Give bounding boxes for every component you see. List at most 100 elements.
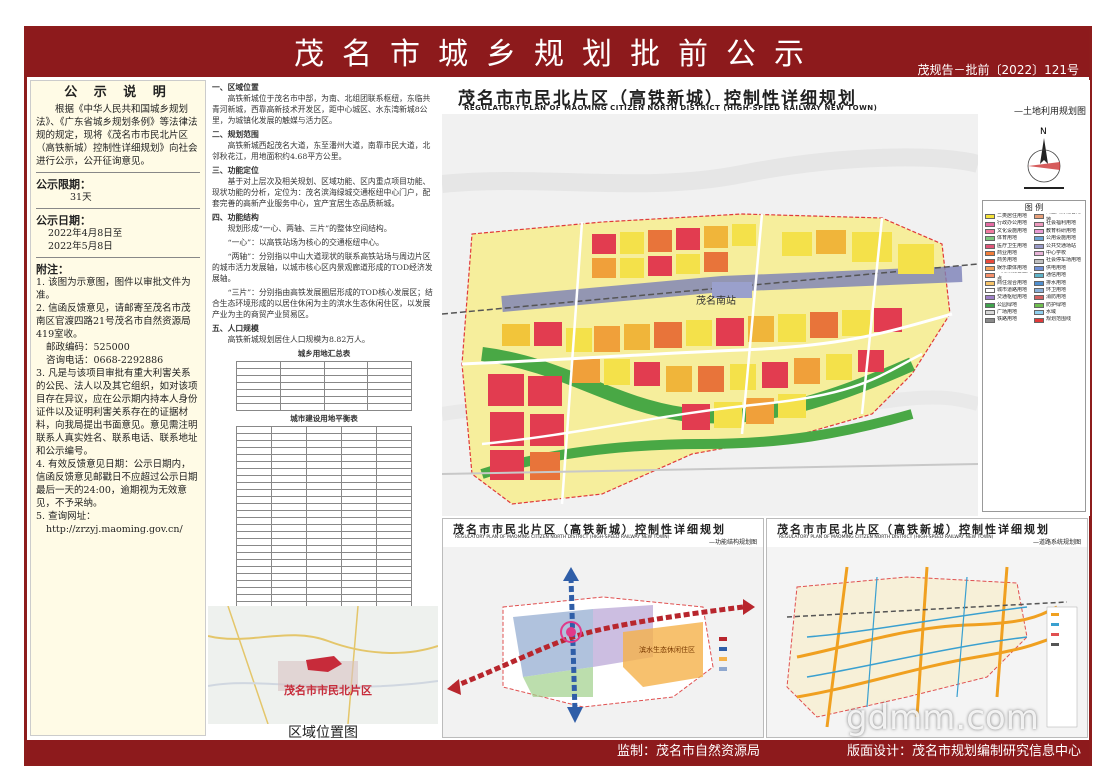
map-legend: 图 例 二类居住用地 商业商务混合用地行政办公用地 社会福利用地文化设施用地 教育科研… xyxy=(982,200,1086,512)
legend-swatch xyxy=(1034,280,1044,286)
legend-item: 商业用地 xyxy=(985,250,1034,257)
legend-swatch xyxy=(1034,221,1044,227)
legend-item: 广场用地 xyxy=(985,309,1034,316)
legend-swatch xyxy=(1034,258,1044,264)
footer: 监制：茂名市自然资源局 版面设计：茂名市规划编制研究信息中心 xyxy=(27,740,1089,764)
legend-title: 图 例 xyxy=(1024,203,1044,212)
legend-swatch xyxy=(1034,228,1044,234)
legend-item: 城市道路用地 xyxy=(985,287,1034,294)
legend-swatch xyxy=(1034,288,1044,294)
supervisor-text: 监制：茂名市自然资源局 xyxy=(617,744,761,759)
note-item: 1. 该图为示意图，图件以审批文件为准。 xyxy=(36,277,191,301)
notice-intro: 根据《中华人民共和国城乡规划法》、《广东省城乡规划条例》等法律法规的规定，现将《… xyxy=(36,104,198,167)
legend-label: 文化设施用地 xyxy=(997,227,1028,234)
legend-item: 商业商务混合用地 xyxy=(1034,213,1083,220)
land-summary-table xyxy=(236,361,412,411)
page: 茂名市城乡规划批前公示 茂规告－批前〔2022〕121号 公 示 说 明 根据《… xyxy=(0,0,1101,772)
legend-label: 铁路用地 xyxy=(997,316,1018,323)
legend-label: 规划范围线 xyxy=(1046,316,1072,323)
section-text: 高铁新城规划居住人口规模为8.82万人。 xyxy=(227,335,370,344)
section-heading: 四、功能结构 xyxy=(212,213,259,222)
legend-item: 防护绿地 xyxy=(1034,302,1083,309)
legend-swatch xyxy=(985,317,995,323)
section-text: 规划形成“一心、两轴、三片”的整体空间结构。 xyxy=(227,224,392,233)
legend-swatch xyxy=(1034,214,1044,220)
legend-label: 防护绿地 xyxy=(1046,301,1067,308)
legend-item: 公用设施用地 xyxy=(1034,235,1083,242)
legend-swatch xyxy=(1034,295,1044,301)
sub-map-zone-label: 滨水生态休闲住区 xyxy=(639,645,695,654)
section-text: 高铁新城西起茂名大道，东至潘州大道，南靠市民大道，北邻秋花江，用地面积约4.68… xyxy=(212,141,431,161)
legend-label: 社会福利用地 xyxy=(1046,220,1077,227)
note-item: 2. 信函反馈意见，请邮寄至茂名市茂南区官渡四路21号茂名市自然资源局419室收… xyxy=(36,303,191,340)
watermark: gdmm.com xyxy=(846,698,1039,738)
legend-label: 通信用地 xyxy=(1046,272,1067,279)
date-label: 公示日期： xyxy=(36,214,91,227)
legend-item: 供电用地 xyxy=(1034,265,1083,272)
note-item: 5. 查询网址： xyxy=(36,511,96,522)
designer-text: 版面设计：茂名市规划编制研究信息中心 xyxy=(847,744,1082,759)
legend-swatch xyxy=(1034,317,1044,323)
query-url-link[interactable]: http://zrzyj.maoming.gov.cn/ xyxy=(36,523,200,536)
legend-swatch xyxy=(985,295,995,301)
map-title-en: REGULATORY PLAN OF MAOMING CITIZEN NORTH… xyxy=(464,104,878,112)
legend-label: 公共交通场站 xyxy=(1046,242,1077,249)
note-item: 邮政编码：525000 xyxy=(46,342,130,353)
legend-swatch xyxy=(985,265,995,271)
legend-item: 娱乐康体用地 xyxy=(985,265,1034,272)
legend-label: 商业用地 xyxy=(997,249,1018,256)
legend-label: 公园绿地 xyxy=(997,301,1018,308)
period-value: 31天 xyxy=(70,192,92,203)
functional-structure-map-panel: 茂名市市民北片区（高铁新城）控制性详细规划 REGULATORY PLAN OF… xyxy=(442,518,764,738)
legend-swatch xyxy=(1034,243,1044,249)
section-heading: 二、规划范围 xyxy=(212,130,259,139)
legend-label: 交通枢纽用地 xyxy=(997,294,1028,301)
functional-structure-map[interactable]: 滨水生态休闲住区 xyxy=(443,547,763,737)
legend-swatch xyxy=(985,288,995,294)
legend-swatch xyxy=(985,228,995,234)
divider xyxy=(36,208,200,209)
location-map xyxy=(208,606,438,724)
banner: 茂名市城乡规划批前公示 茂规告－批前〔2022〕121号 xyxy=(27,29,1089,77)
legend-item: 排水用地 xyxy=(1034,280,1083,287)
legend-item: 体育用地 xyxy=(985,235,1034,242)
legend-label: 供电用地 xyxy=(1046,264,1067,271)
legend-item: 铁路用地 xyxy=(985,316,1034,323)
section-heading: 五、人口规模 xyxy=(212,324,259,333)
legend-item: 通信用地 xyxy=(1034,272,1083,279)
legend-swatch xyxy=(1034,236,1044,242)
legend-item: 消防用地 xyxy=(1034,294,1083,301)
legend-label: 商业商务混合用地 xyxy=(1046,213,1081,221)
legend-item: 社会福利用地 xyxy=(1034,220,1083,227)
sub-map-subtitle: —道路系统规划图 xyxy=(1032,539,1081,546)
legend-label: 排水用地 xyxy=(1046,279,1067,286)
section-text: “一心”：以高铁站场为核心的交通枢纽中心。 xyxy=(227,238,384,247)
legend-swatch xyxy=(985,302,995,308)
period-label: 公示限期： xyxy=(36,178,91,191)
legend-item: 公共交通场站 xyxy=(1034,243,1083,250)
legend-swatch xyxy=(1034,273,1044,279)
legend-swatch xyxy=(1034,251,1044,257)
section-heading: 三、功能定位 xyxy=(212,166,259,175)
location-map-graphic xyxy=(208,606,438,724)
legend-item: 公用设施营业网点 xyxy=(985,272,1034,280)
date-end: 2022年5月8日 xyxy=(48,241,113,252)
notice-panel: 公 示 说 明 根据《中华人民共和国城乡规划法》、《广东省城乡规划条例》等法律法… xyxy=(30,80,206,736)
land-use-map[interactable]: 茂名南站 xyxy=(442,114,978,516)
legend-label: 广场用地 xyxy=(997,309,1018,316)
legend-item: 教育科研用地 xyxy=(1034,228,1083,235)
legend-swatch xyxy=(985,273,995,279)
section-heading: 一、区域位置 xyxy=(212,83,259,92)
legend-label: 行政办公用地 xyxy=(997,220,1028,227)
note-item: 4. 有效反馈意见日期：公示日期内，信函反馈意见邮戳日不应超过公示日期最后一天的… xyxy=(36,459,198,509)
notes-label: 附注： xyxy=(36,263,69,276)
station-label: 茂名南站 xyxy=(696,294,736,307)
legend-label: 二类居住用地 xyxy=(997,213,1028,219)
note-item: 3. 凡是与该项目审批有重大利害关系的公民、法人以及其它组织，如对该项目存在异议… xyxy=(36,368,198,457)
sub-map-legend xyxy=(1046,606,1078,728)
legend-label: 公用设施营业网点 xyxy=(997,272,1032,280)
divider xyxy=(36,257,200,258)
legend-label: 商住混合用地 xyxy=(997,279,1028,286)
legend-item: 环卫用地 xyxy=(1034,287,1083,294)
legend-label: 社会停车场用地 xyxy=(1046,257,1082,264)
